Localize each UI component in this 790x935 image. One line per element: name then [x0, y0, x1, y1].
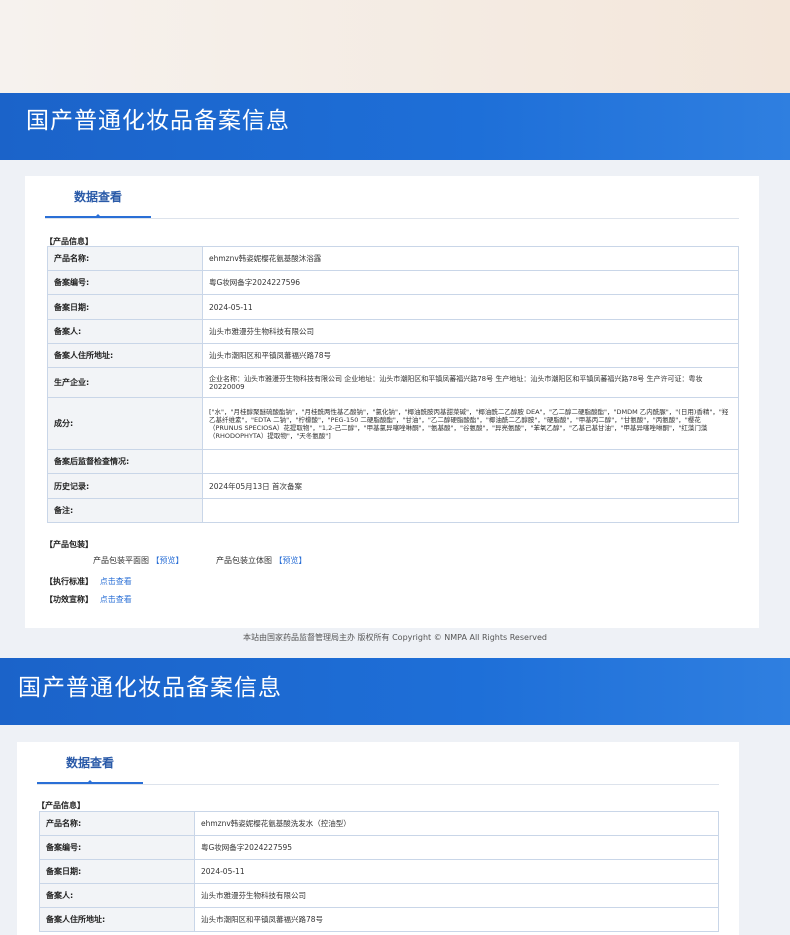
row-value: ehmznv韩姿妮樱花氨基酸沐浴露	[202, 246, 739, 271]
row-value: ["水"，"月桂醇聚醚硫酸酯钠"，"月桂酰两性基乙酸钠"，"氯化钠"，"椰油酰胺…	[202, 397, 739, 450]
detail-panel-2: 数据查看 【产品信息】 产品名称: ehmznv韩姿妮樱花氨基酸洗发水（控油型）…	[17, 742, 739, 935]
table-row: 备案人: 汕头市雅漫芬生物科技有限公司	[39, 883, 719, 908]
row-value: 企业名称：汕头市雅漫芬生物科技有限公司 企业地址：汕头市潮阳区和平镇凤蕃福兴路7…	[202, 367, 739, 398]
package-3d-preview-link[interactable]: 【预览】	[275, 556, 307, 565]
row-value: 汕头市雅漫芬生物科技有限公司	[194, 883, 719, 908]
footer-copyright: 本站由国家药品监督管理局主办 版权所有 Copyright © NMPA All…	[243, 633, 547, 642]
row-value: 2024-05-11	[202, 294, 739, 320]
table-row: 备案后监督检查情况:	[47, 449, 739, 474]
tab-indicator-icon	[94, 214, 102, 218]
table-row: 备案人住所地址: 汕头市潮阳区和平镇凤蕃福兴路78号	[47, 343, 739, 368]
table-row: 历史记录: 2024年05月13日 首次备案	[47, 473, 739, 499]
package-flat-item: 产品包装平面图 【预览】	[93, 555, 184, 566]
banner-title: 国产普通化妆品备案信息	[18, 675, 282, 701]
row-key: 备案日期:	[39, 859, 195, 884]
row-key: 备案编号:	[47, 270, 203, 295]
row-key: 备案后监督检查情况:	[47, 449, 203, 474]
row-value	[202, 449, 739, 474]
row-key: 产品名称:	[47, 246, 203, 271]
row-value: 2024-05-11	[194, 859, 719, 884]
row-value: 2024年05月13日 首次备案	[202, 473, 739, 499]
tab-bar: 数据查看	[37, 754, 719, 785]
product-info-table: 产品名称: ehmznv韩姿妮樱花氨基酸沐浴露 备案编号: 粤G妆网备字2024…	[47, 246, 739, 523]
row-value: 粤G妆网备字2024227595	[194, 835, 719, 860]
row-key: 成分:	[47, 397, 203, 450]
table-row: 备案日期: 2024-05-11	[47, 294, 739, 320]
row-value: 汕头市潮阳区和平镇凤蕃福兴路78号	[194, 907, 719, 932]
detail-panel: 数据查看 【产品信息】 产品名称: ehmznv韩姿妮樱花氨基酸沐浴露 备案编号…	[25, 176, 759, 628]
row-value: 汕头市潮阳区和平镇凤蕃福兴路78号	[202, 343, 739, 368]
efficacy-view-link[interactable]: 点击查看	[100, 595, 132, 604]
banner-title: 国产普通化妆品备案信息	[26, 108, 290, 134]
tab-data-view[interactable]: 数据查看	[45, 188, 151, 218]
tab-data-view[interactable]: 数据查看	[37, 754, 143, 784]
row-key: 备案人住所地址:	[47, 343, 203, 368]
row-value: 汕头市雅漫芬生物科技有限公司	[202, 319, 739, 344]
row-value	[202, 498, 739, 523]
tab-label: 数据查看	[65, 756, 114, 770]
table-row: 备案编号: 粤G妆网备字2024227596	[47, 270, 739, 295]
row-key: 产品名称:	[39, 811, 195, 836]
tab-indicator-icon	[86, 780, 94, 784]
standard-view-link[interactable]: 点击查看	[100, 577, 132, 586]
table-row: 成分: ["水"，"月桂醇聚醚硫酸酯钠"，"月桂酰两性基乙酸钠"，"氯化钠"，"…	[47, 397, 739, 450]
package-flat-preview-link[interactable]: 【预览】	[152, 556, 184, 565]
top-decorative-band	[0, 0, 790, 93]
efficacy-row: 【功效宣称】 点击查看	[45, 594, 132, 605]
row-key: 备案人:	[47, 319, 203, 344]
efficacy-heading: 【功效宣称】	[45, 595, 93, 604]
table-row: 产品名称: ehmznv韩姿妮樱花氨基酸洗发水（控油型）	[39, 811, 719, 836]
row-key: 生产企业:	[47, 367, 203, 398]
row-key: 备注:	[47, 498, 203, 523]
tab-label: 数据查看	[73, 190, 122, 204]
package-heading: 【产品包装】	[45, 540, 93, 549]
package-flat-label: 产品包装平面图	[93, 556, 149, 565]
row-value: ehmznv韩姿妮樱花氨基酸洗发水（控油型）	[194, 811, 719, 836]
table-row: 产品名称: ehmznv韩姿妮樱花氨基酸沐浴露	[47, 246, 739, 271]
row-value: 粤G妆网备字2024227596	[202, 270, 739, 295]
table-row: 备注:	[47, 498, 739, 523]
tab-bar: 数据查看	[45, 188, 739, 219]
row-key: 备案人住所地址:	[39, 907, 195, 932]
standard-heading: 【执行标准】	[45, 577, 93, 586]
product-info-heading: 【产品信息】	[37, 801, 85, 810]
package-3d-item: 产品包装立体图 【预览】	[216, 555, 307, 566]
table-row: 备案编号: 粤G妆网备字2024227595	[39, 835, 719, 860]
page-banner-2: 国产普通化妆品备案信息	[0, 658, 790, 725]
row-key: 备案人:	[39, 883, 195, 908]
package-3d-label: 产品包装立体图	[216, 556, 272, 565]
standard-row: 【执行标准】 点击查看	[45, 576, 132, 587]
table-row: 备案人住所地址: 汕头市潮阳区和平镇凤蕃福兴路78号	[39, 907, 719, 932]
product-info-table-2: 产品名称: ehmznv韩姿妮樱花氨基酸洗发水（控油型） 备案编号: 粤G妆网备…	[39, 811, 719, 932]
row-key: 备案编号:	[39, 835, 195, 860]
page-banner: 国产普通化妆品备案信息	[0, 93, 790, 160]
row-key: 历史记录:	[47, 473, 203, 499]
table-row: 备案日期: 2024-05-11	[39, 859, 719, 884]
row-key: 备案日期:	[47, 294, 203, 320]
table-row: 备案人: 汕头市雅漫芬生物科技有限公司	[47, 319, 739, 344]
table-row: 生产企业: 企业名称：汕头市雅漫芬生物科技有限公司 企业地址：汕头市潮阳区和平镇…	[47, 367, 739, 398]
